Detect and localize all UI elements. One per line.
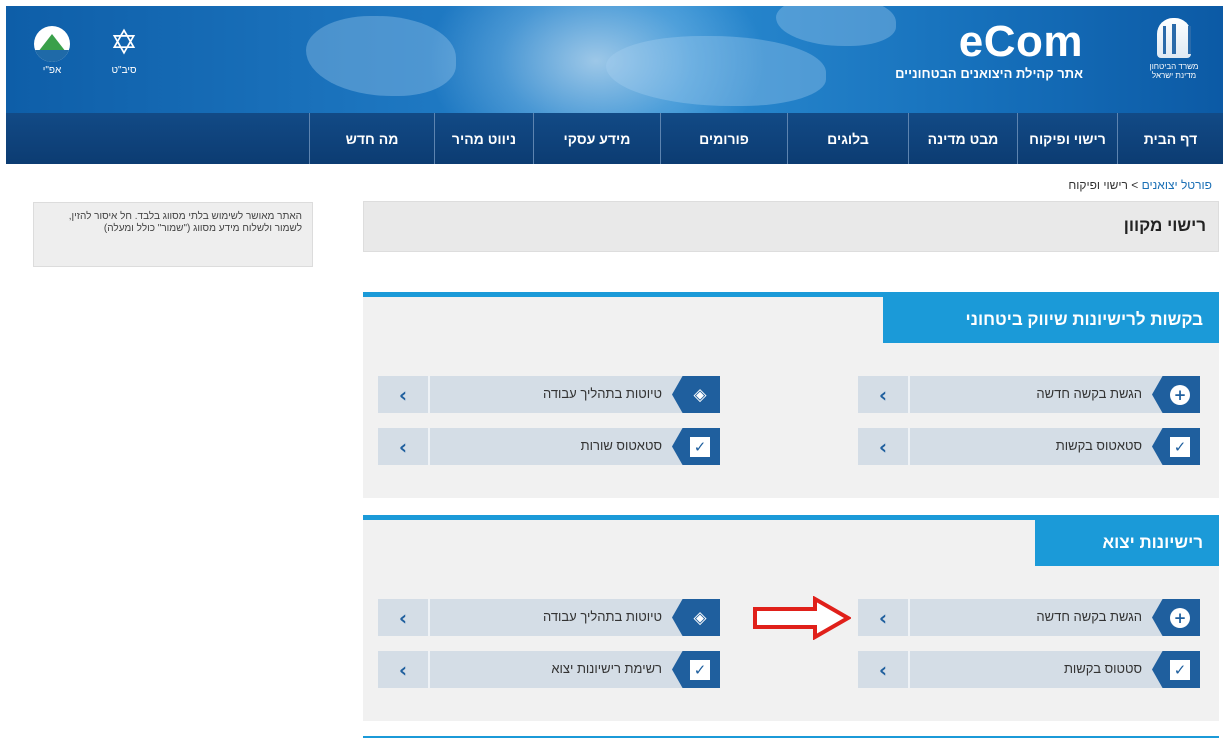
page-title-bar: רישוי מקוון [363, 201, 1219, 252]
header-map-shape [776, 6, 896, 46]
ministry-name-line1: משרד הביטחון [1149, 62, 1199, 71]
breadcrumb-root-link[interactable]: פורטל יצואנים [1142, 178, 1212, 192]
tile-label: הגשת בקשה חדשה [1036, 609, 1142, 624]
section-heading: בקשות לרישיונות שיווק ביטחוני [883, 297, 1219, 343]
chevron-left-icon: ‹ [378, 651, 430, 688]
red-arrow-annotation [753, 596, 851, 640]
chevron-left-icon: ‹ [858, 599, 910, 636]
tile-label: סטאטוס שורות [580, 438, 662, 453]
star-of-david-icon: ✡ [109, 23, 139, 63]
nav-item-country-view[interactable]: מבט מדינה [908, 113, 1017, 164]
layers-icon: ◈ [672, 376, 720, 413]
checkbox-icon: ✓ [672, 651, 720, 688]
tile-new-request[interactable]: + הגשת בקשה חדשה ‹ [858, 376, 1200, 413]
plus-icon: + [1152, 599, 1200, 636]
ministry-name: משרד הביטחון מדינת ישראל [1135, 62, 1213, 80]
nav-item-home[interactable]: דף הבית [1117, 113, 1223, 164]
checkbox-icon: ✓ [1152, 428, 1200, 465]
header-map-shape [306, 16, 456, 96]
section-heading: רישיונות יצוא [1035, 520, 1219, 566]
ministry-logo[interactable]: משרד הביטחון מדינת ישראל [1135, 18, 1213, 80]
nav-item-blogs[interactable]: בלוגים [787, 113, 908, 164]
tile-request-status[interactable]: ✓ סטטוס בקשות ‹ [858, 651, 1200, 688]
ministry-emblem-icon [1157, 18, 1191, 58]
tile-export-license-list[interactable]: ✓ רשימת רישיונות יצוא ‹ [378, 651, 720, 688]
chevron-left-icon: ‹ [858, 428, 910, 465]
nav-item-whats-new[interactable]: מה חדש [309, 113, 434, 164]
breadcrumb-separator: > [1131, 178, 1139, 192]
tile-line-status[interactable]: ✓ סטאטוס שורות ‹ [378, 428, 720, 465]
site-title: eCom [958, 17, 1083, 66]
tile-drafts[interactable]: ◈ טיוטות בתהליך עבודה ‹ [378, 376, 720, 413]
tile-request-status[interactable]: ✓ סטאטוס בקשות ‹ [858, 428, 1200, 465]
tile-label: הגשת בקשה חדשה [1036, 386, 1142, 401]
layers-icon: ◈ [672, 599, 720, 636]
checkbox-icon: ✓ [672, 428, 720, 465]
chevron-left-icon: ‹ [858, 376, 910, 413]
afi-logo[interactable]: אפ"י [28, 26, 76, 76]
tile-label: רשימת רישיונות יצוא [551, 661, 662, 676]
tile-label: טיוטות בתהליך עבודה [542, 609, 662, 624]
page-title: רישוי מקוון [1123, 216, 1206, 235]
sibat-logo[interactable]: ✡ סיב"ט [100, 24, 148, 76]
nav-item-licensing[interactable]: רישוי ופיקוח [1017, 113, 1117, 164]
main-nav: דף הבית רישוי ופיקוח מבט מדינה בלוגים פו… [6, 113, 1223, 164]
tile-label: טיוטות בתהליך עבודה [542, 386, 662, 401]
chevron-left-icon: ‹ [378, 599, 430, 636]
arrow-right-icon [753, 596, 851, 640]
security-notice: האתר מאושר לשימוש בלתי מסווג בלבד. חל אי… [33, 202, 313, 267]
nav-item-quick-nav[interactable]: ניווט מהיר [434, 113, 533, 164]
marketing-licenses-section: בקשות לרישיונות שיווק ביטחוני + הגשת בקש… [363, 292, 1219, 498]
ministry-name-line2: מדינת ישראל [1151, 71, 1197, 80]
breadcrumb-current: רישוי ופיקוח [1068, 178, 1128, 192]
site-subtitle: אתר קהילת היצואנים הבטחוניים [895, 66, 1083, 81]
site-brand[interactable]: eCom אתר קהילת היצואנים הבטחוניים [895, 17, 1083, 82]
sibat-logo-label: סיב"ט [111, 65, 137, 76]
nav-item-business-info[interactable]: מידע עסקי [533, 113, 660, 164]
breadcrumb: פורטל יצואנים > רישוי ופיקוח [1068, 178, 1212, 192]
tile-new-request[interactable]: + הגשת בקשה חדשה ‹ [858, 599, 1200, 636]
plus-icon: + [1152, 376, 1200, 413]
afi-logo-icon [34, 26, 70, 62]
chevron-left-icon: ‹ [378, 376, 430, 413]
tile-label: סטטוס בקשות [1063, 661, 1142, 676]
nav-item-forums[interactable]: פורומים [660, 113, 787, 164]
tile-label: סטאטוס בקשות [1055, 438, 1142, 453]
afi-logo-label: אפ"י [42, 65, 62, 76]
tile-drafts[interactable]: ◈ טיוטות בתהליך עבודה ‹ [378, 599, 720, 636]
checkbox-icon: ✓ [1152, 651, 1200, 688]
site-header: אפ"י ✡ סיב"ט eCom אתר קהילת היצואנים הבט… [6, 6, 1223, 113]
chevron-left-icon: ‹ [858, 651, 910, 688]
chevron-left-icon: ‹ [378, 428, 430, 465]
